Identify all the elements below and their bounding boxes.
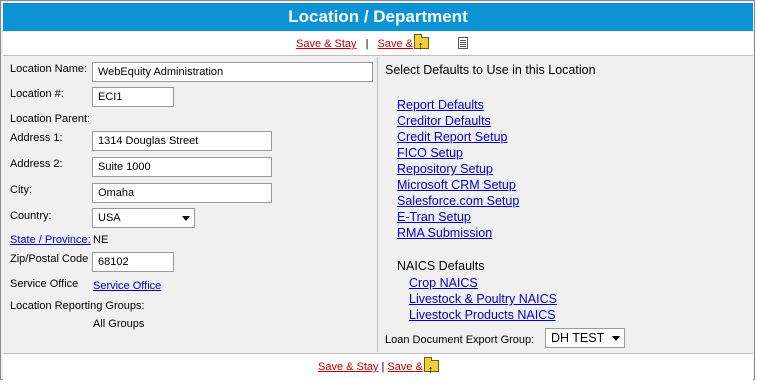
defaults-link-list: Report Defaults Creditor Defaults Credit…	[397, 97, 519, 241]
page-title: Location / Department	[3, 3, 753, 31]
bottom-separator: |	[381, 361, 385, 373]
etran-setup-link[interactable]: E-Tran Setup	[397, 210, 471, 224]
address2-input[interactable]	[92, 157, 272, 177]
state-province-link[interactable]: State / Province:	[10, 234, 91, 246]
defaults-heading: Select Defaults to Use in this Location	[385, 63, 596, 77]
folder-up-icon[interactable]	[414, 34, 429, 58]
export-group-select[interactable]: DH TEST	[545, 328, 625, 348]
folder-up-icon[interactable]	[423, 357, 439, 384]
repository-setup-link[interactable]: Repository Setup	[397, 162, 493, 176]
location-number-input[interactable]	[92, 87, 174, 107]
location-department-window: Location / Department Save & Stay | Save…	[0, 0, 755, 384]
city-label: City:	[10, 184, 32, 196]
chevron-down-icon	[182, 216, 190, 221]
naics-link-list: Crop NAICS Livestock & Poultry NAICS Liv…	[409, 275, 557, 323]
export-group-label: Loan Document Export Group:	[385, 334, 535, 346]
location-parent-label: Location Parent:	[10, 113, 91, 125]
report-defaults-link[interactable]: Report Defaults	[397, 98, 484, 112]
state-value: NE	[93, 234, 109, 246]
livestock-products-naics-link[interactable]: Livestock Products NAICS	[409, 308, 556, 322]
bottom-toolbar: Save & Stay | Save &	[3, 353, 753, 384]
location-name-input[interactable]	[92, 62, 373, 82]
bottom-save-and-stay-link[interactable]: Save & Stay	[318, 361, 379, 373]
toolbar-separator: |	[365, 38, 369, 50]
naics-defaults-heading: NAICS Defaults	[397, 259, 485, 273]
rma-submission-link[interactable]: RMA Submission	[397, 226, 492, 240]
save-and-close-link[interactable]: Save &	[378, 38, 413, 50]
zip-label: Zip/Postal Code	[10, 253, 89, 265]
top-toolbar-actions: Save & Stay | Save &	[296, 32, 469, 58]
service-office-link[interactable]: Service Office	[93, 280, 161, 292]
export-group-select-value: DH TEST	[551, 331, 605, 345]
top-toolbar: Save & Stay | Save &	[3, 32, 753, 58]
salesforce-setup-link[interactable]: Salesforce.com Setup	[397, 194, 519, 208]
location-form: Location Name: Location #: Location Pare…	[3, 57, 378, 352]
chevron-down-icon	[612, 336, 620, 341]
service-office-label: Service Office	[10, 278, 79, 290]
bottom-save-and-close-link[interactable]: Save &	[387, 361, 422, 373]
country-select[interactable]: USA	[92, 208, 195, 228]
save-and-stay-link[interactable]: Save & Stay	[296, 38, 357, 50]
livestock-poultry-naics-link[interactable]: Livestock & Poultry NAICS	[409, 292, 557, 306]
address1-input[interactable]	[92, 131, 272, 151]
location-number-label: Location #:	[10, 88, 64, 100]
zip-input[interactable]	[92, 252, 174, 272]
reporting-groups-value: All Groups	[93, 318, 145, 330]
defaults-panel: Select Defaults to Use in this Location …	[379, 57, 753, 352]
city-input[interactable]	[92, 183, 272, 203]
crop-naics-link[interactable]: Crop NAICS	[409, 276, 478, 290]
microsoft-crm-setup-link[interactable]: Microsoft CRM Setup	[397, 178, 516, 192]
reporting-groups-label: Location Reporting Groups:	[10, 300, 145, 312]
fico-setup-link[interactable]: FICO Setup	[397, 146, 463, 160]
country-select-value: USA	[98, 212, 121, 224]
address1-label: Address 1:	[10, 132, 63, 144]
credit-report-setup-link[interactable]: Credit Report Setup	[397, 130, 507, 144]
address2-label: Address 2:	[10, 158, 63, 170]
document-icon[interactable]	[458, 37, 469, 49]
country-label: Country:	[10, 210, 52, 222]
location-name-label: Location Name:	[10, 63, 88, 75]
creditor-defaults-link[interactable]: Creditor Defaults	[397, 114, 491, 128]
bottom-toolbar-actions: Save & Stay | Save &	[318, 354, 439, 384]
